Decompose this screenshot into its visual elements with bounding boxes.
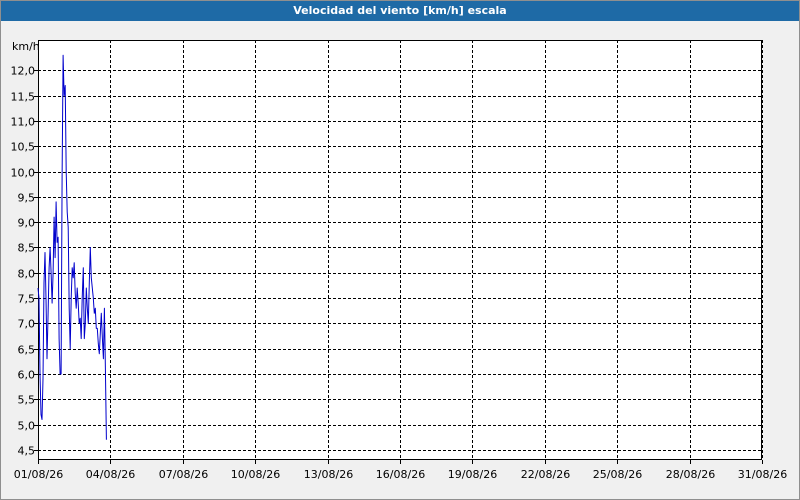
y-tick-label: 11,0 <box>11 116 36 129</box>
x-tick-label: 31/08/26 <box>738 468 787 481</box>
y-tick-label: 6,5 <box>18 344 36 357</box>
y-tick-label: 12,0 <box>11 65 36 78</box>
y-tick-label: 10,0 <box>11 167 36 180</box>
y-tick-label: 5,5 <box>18 394 36 407</box>
y-tick-label: 9,0 <box>18 217 36 230</box>
x-tick-label: 16/08/26 <box>376 468 425 481</box>
x-tick-label: 22/08/26 <box>521 468 570 481</box>
y-tick-label: 7,0 <box>18 318 36 331</box>
x-tick-label: 04/08/26 <box>86 468 135 481</box>
y-tick-label: 5,0 <box>18 420 36 433</box>
y-tick-label: 7,5 <box>18 293 36 306</box>
x-tick-label: 19/08/26 <box>448 468 497 481</box>
y-tick-label: 8,0 <box>18 268 36 281</box>
y-tick-label: 9,5 <box>18 192 36 205</box>
y-tick-label: 10,5 <box>11 141 36 154</box>
x-axis-ticks: 01/08/26 04/08/26 07/08/26 10/08/26 13/08/26… <box>14 460 787 481</box>
y-tick-label: 6,0 <box>18 369 36 382</box>
y-axis-ticks: 4,5 5,0 5,5 6,0 6,5 7,0 7,5 8,0 8,5 9,0 9,5 10,0 10,… <box>11 65 38 458</box>
x-tick-label: 07/08/26 <box>159 468 208 481</box>
x-tick-label: 25/08/26 <box>593 468 642 481</box>
x-tick-label: 28/08/26 <box>666 468 715 481</box>
y-tick-label: 11,5 <box>11 91 36 104</box>
y-tick-label: 4,5 <box>18 445 36 458</box>
y-axis-unit-label: km/h <box>12 40 40 53</box>
x-tick-label: 13/08/26 <box>304 468 353 481</box>
y-tick-label: 8,5 <box>18 242 36 255</box>
x-tick-label: 10/08/26 <box>231 468 280 481</box>
x-tick-label: 01/08/26 <box>14 468 63 481</box>
chart-canvas: 4,5 5,0 5,5 6,0 6,5 7,0 7,5 8,0 8,5 9,0 9,5 10,0 10,… <box>11 40 787 481</box>
